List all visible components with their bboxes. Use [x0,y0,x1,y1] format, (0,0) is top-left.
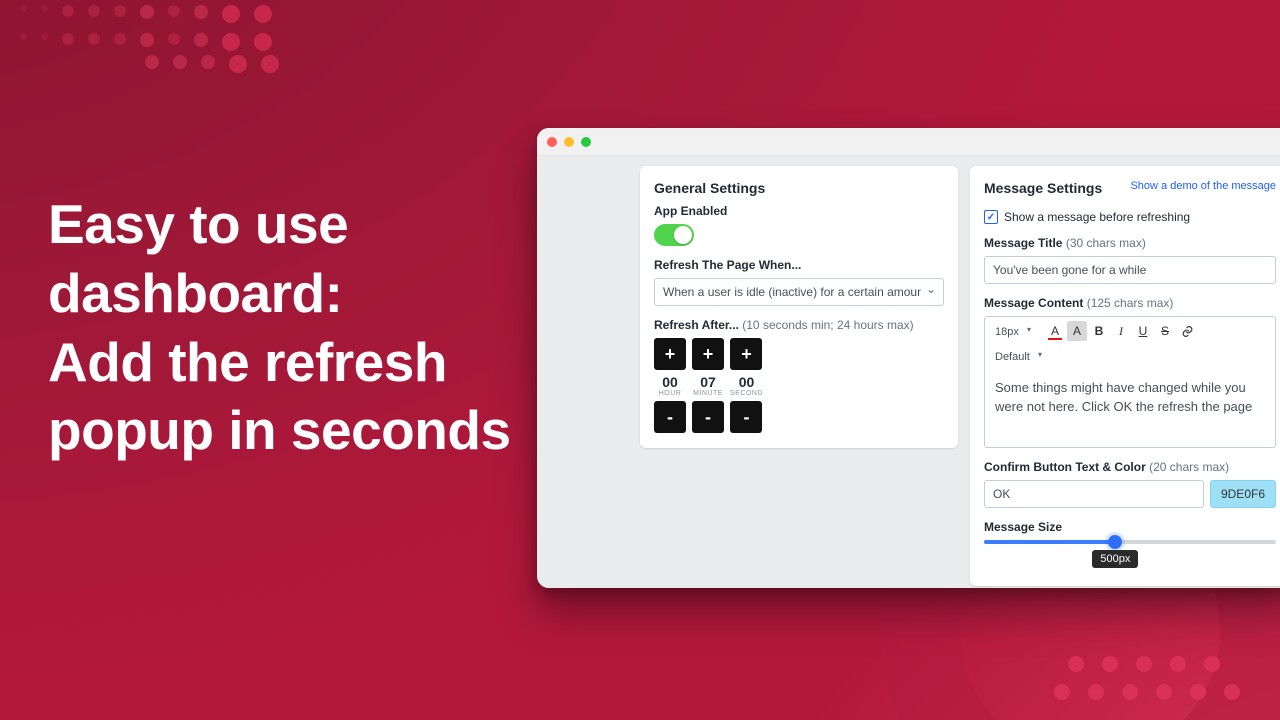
show-message-checkbox[interactable]: ✓ [984,210,998,224]
panel-message-settings: Message Settings Show a demo of the mess… [970,166,1280,586]
refresh-when-label: Refresh The Page When... [654,258,944,272]
confirm-label: Confirm Button Text & Color (20 chars ma… [984,460,1276,474]
minute-minus-button[interactable]: - [692,401,724,433]
app-window: General Settings App Enabled Refresh The… [537,128,1280,588]
message-content-label: Message Content (125 chars max) [984,296,1276,310]
refresh-after-label: Refresh After... (10 seconds min; 24 hou… [654,318,944,332]
message-title-label: Message Title (30 chars max) [984,236,1276,250]
second-minus-button[interactable]: - [730,401,762,433]
refresh-after-stepper: + 00 HOUR - + 07 MINUTE - + 00 SECOND - [654,338,944,433]
show-message-label: Show a message before refreshing [1004,210,1190,224]
hour-minus-button[interactable]: - [654,401,686,433]
second-plus-button[interactable]: + [730,338,762,370]
editor-toolbar: 18px A A B I U S Default [985,317,1275,369]
second-unit: SECOND [730,390,763,397]
zoom-icon[interactable] [581,137,591,147]
hour-plus-button[interactable]: + [654,338,686,370]
font-family-select[interactable]: Default [991,349,1044,365]
general-heading: General Settings [654,180,944,196]
second-value: 00 [739,374,755,390]
message-heading: Message Settings [984,180,1102,196]
promo-line: Add the refresh [48,328,518,397]
message-content-textarea[interactable]: Some things might have changed while you… [985,369,1275,447]
window-titlebar [537,128,1280,156]
confirm-color-picker[interactable]: 9DE0F6 [1210,480,1276,508]
minimize-icon[interactable] [564,137,574,147]
minute-unit: MINUTE [693,390,723,397]
strike-icon[interactable]: S [1155,321,1175,341]
underline-icon[interactable]: U [1133,321,1153,341]
app-enabled-label: App Enabled [654,204,944,218]
bold-icon[interactable]: B [1089,321,1109,341]
text-color-icon[interactable]: A [1045,321,1065,341]
minute-value: 07 [700,374,716,390]
promo-line: popup in seconds [48,396,518,465]
rich-text-editor: 18px A A B I U S Default Some things mig… [984,316,1276,448]
font-size-select[interactable]: 18px [991,324,1033,340]
link-icon[interactable] [1177,321,1197,341]
promo-headline: Easy to use dashboard: Add the refresh p… [48,190,518,465]
italic-icon[interactable]: I [1111,321,1131,341]
promo-line: dashboard: [48,259,518,328]
app-enabled-toggle[interactable] [654,224,694,246]
message-size-slider[interactable]: 500px [984,540,1276,544]
promo-line: Easy to use [48,190,518,259]
hour-value: 00 [662,374,678,390]
minute-plus-button[interactable]: + [692,338,724,370]
message-size-label: Message Size [984,520,1276,534]
panel-general-settings: General Settings App Enabled Refresh The… [640,166,958,448]
close-icon[interactable] [547,137,557,147]
hour-unit: HOUR [659,390,682,397]
bg-color-icon[interactable]: A [1067,321,1087,341]
refresh-when-select[interactable]: When a user is idle (inactive) for a cer… [654,278,944,306]
message-title-input[interactable] [984,256,1276,284]
confirm-text-input[interactable] [984,480,1204,508]
window-body: General Settings App Enabled Refresh The… [537,156,1280,588]
demo-link[interactable]: Show a demo of the message [1130,180,1276,192]
slider-value-tooltip: 500px [1092,550,1138,568]
